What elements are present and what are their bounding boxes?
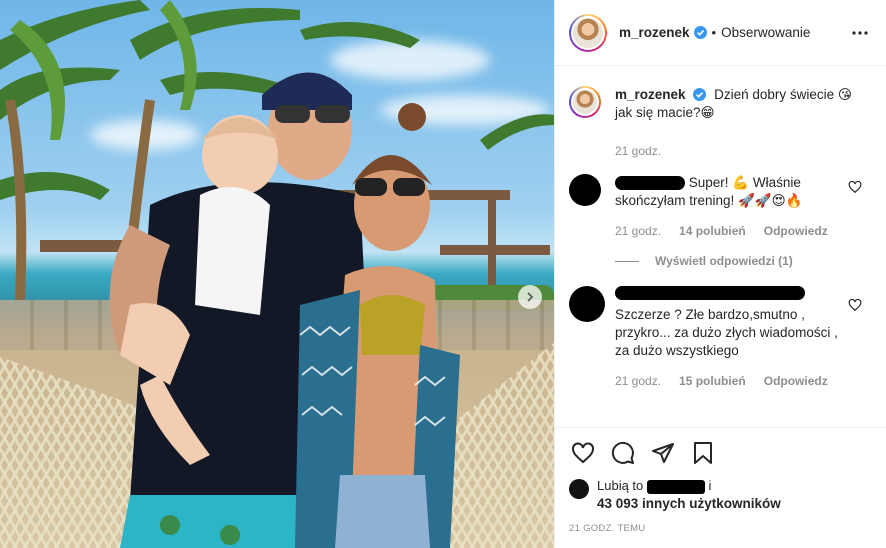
chevron-right-icon: [527, 292, 534, 302]
post-header: m_rozenek • Obserwowanie: [555, 0, 886, 66]
comments-list[interactable]: m_rozenek Dzień dobry świecie 😘 jak się …: [555, 66, 886, 427]
post-timestamp[interactable]: 21 godz. temu: [555, 513, 886, 534]
comment-time[interactable]: 21 godz.: [615, 374, 661, 388]
next-photo-button[interactable]: [518, 285, 542, 309]
divider: [615, 260, 639, 262]
post-photo[interactable]: [0, 0, 554, 548]
like-comment-heart-icon[interactable]: [848, 180, 862, 194]
post-side-panel: m_rozenek • Obserwowanie m_rozenek Dzień…: [554, 0, 886, 548]
likes-summary: Lubią to i 43 093 innych użytkowników: [555, 477, 886, 513]
caption-username[interactable]: m_rozenek: [615, 87, 686, 102]
comment-time[interactable]: 21 godz.: [615, 224, 661, 238]
instagram-post: m_rozenek • Obserwowanie m_rozenek Dzień…: [0, 0, 886, 548]
comment-likes[interactable]: 15 polubień: [679, 374, 746, 388]
comment-likes[interactable]: 14 polubień: [679, 224, 746, 238]
caption-time[interactable]: 21 godz.: [615, 144, 661, 158]
view-replies-label: Wyświetl odpowiedzi (1): [655, 254, 793, 268]
scroll-fade: [555, 405, 886, 427]
more-horizontal-icon: [852, 30, 868, 35]
verified-badge-icon: [693, 26, 707, 39]
comment-button[interactable]: [605, 435, 641, 471]
save-button[interactable]: [685, 435, 721, 471]
heart-icon: [572, 441, 594, 463]
like-comment-heart-icon[interactable]: [848, 298, 862, 312]
comment: Szczerze ? Złe bardzo,smutno , przykro..…: [569, 286, 872, 388]
reply-button[interactable]: Odpowiedz: [764, 224, 828, 238]
likes-others-link[interactable]: 43 093 innych użytkowników: [597, 495, 781, 513]
liker-avatar[interactable]: [569, 479, 589, 499]
avatar[interactable]: [569, 13, 607, 52]
share-button[interactable]: [645, 435, 681, 471]
header-username[interactable]: m_rozenek: [619, 25, 690, 40]
comment: Super! 💪 Właśnie skończyłam trening! 🚀🚀😍…: [569, 174, 872, 238]
comment-icon: [611, 441, 634, 464]
view-replies-button[interactable]: Wyświetl odpowiedzi (1): [615, 254, 872, 268]
reply-button[interactable]: Odpowiedz: [764, 374, 828, 388]
separator-dot: •: [711, 25, 717, 40]
avatar[interactable]: [569, 86, 601, 118]
verified-badge-icon: [693, 88, 707, 101]
likes-suffix: i: [708, 478, 712, 493]
caption: m_rozenek Dzień dobry świecie 😘 jak się …: [569, 86, 872, 158]
avatar[interactable]: [569, 286, 605, 322]
redacted-username: [615, 286, 805, 300]
like-button[interactable]: [565, 435, 601, 471]
redacted-username: [615, 176, 685, 191]
comment-text: Szczerze ? Złe bardzo,smutno , przykro..…: [615, 307, 838, 358]
action-bar: [555, 427, 886, 477]
more-options-button[interactable]: [848, 21, 872, 45]
people-illustration: [109, 72, 460, 548]
likes-prefix: Lubią to: [597, 478, 644, 493]
bookmark-icon: [694, 441, 712, 464]
avatar[interactable]: [569, 174, 601, 206]
paper-plane-icon: [652, 442, 674, 463]
follow-status-button[interactable]: Obserwowanie: [721, 25, 810, 40]
redacted-liker-name: [646, 479, 705, 494]
